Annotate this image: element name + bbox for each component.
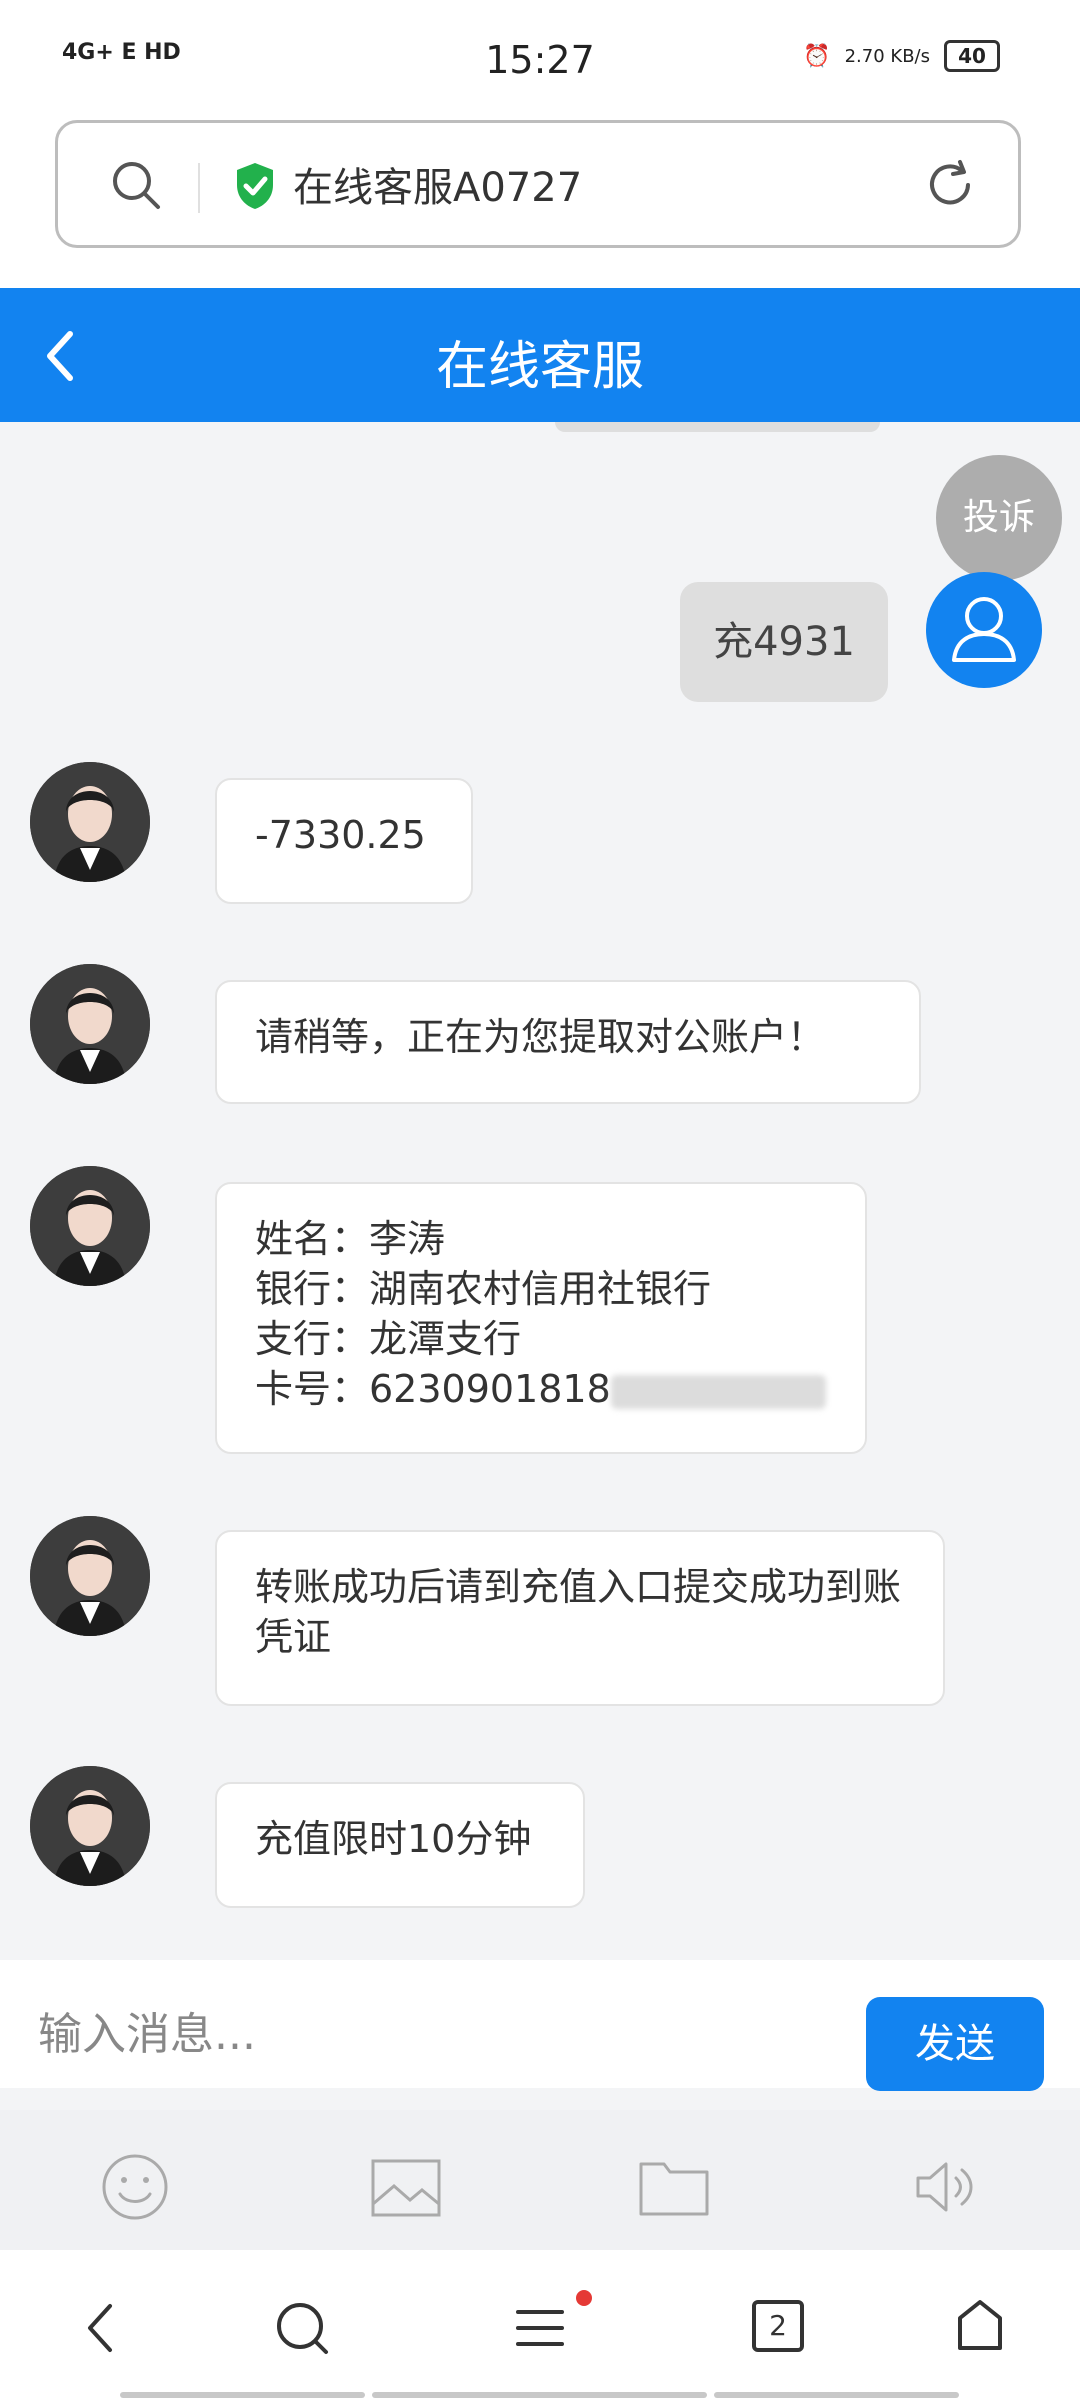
gesture-bar-left	[120, 2392, 365, 2398]
send-button[interactable]: 发送	[866, 1997, 1044, 2091]
address-text[interactable]: 在线客服A0727	[293, 155, 582, 213]
message-input[interactable]: 输入消息...	[38, 1998, 256, 2062]
notification-dot	[576, 2290, 592, 2306]
account-details-message: 姓名：李涛 银行：湖南农村信用社银行 支行：龙潭支行 卡号：6230901818	[215, 1182, 867, 1454]
agent-portrait-icon	[30, 762, 150, 882]
nav-search-icon[interactable]	[272, 2298, 332, 2358]
agent-avatar	[30, 1166, 150, 1286]
account-branch-line: 支行：龙潭支行	[255, 1317, 522, 1361]
chat-toolbar	[0, 2110, 1080, 2250]
agent-message: 转账成功后请到充值入口提交成功到账凭证	[215, 1530, 945, 1706]
agent-portrait-icon	[30, 964, 150, 1084]
refresh-icon[interactable]	[922, 157, 978, 213]
chat-header: 在线客服	[0, 288, 1080, 422]
tabs-count-button[interactable]: 2	[752, 2300, 804, 2352]
search-icon[interactable]	[108, 157, 164, 213]
agent-message: -7330.25	[215, 778, 473, 904]
secure-shield-icon	[237, 163, 273, 209]
emoji-icon[interactable]	[100, 2152, 170, 2222]
agent-message: 请稍等，正在为您提取对公账户！	[215, 980, 921, 1104]
user-icon	[952, 597, 1016, 662]
user-avatar	[926, 572, 1042, 688]
redacted-digits	[610, 1374, 826, 1409]
account-card-line: 卡号：6230901818	[255, 1364, 827, 1414]
page-title: 在线客服	[435, 337, 644, 397]
status-bar: 4G+ E HD 15:27 ⏰ 2.70 KB/s 40	[0, 0, 1080, 118]
home-icon[interactable]	[952, 2298, 1008, 2354]
nav-back-icon[interactable]	[80, 2300, 120, 2356]
agent-message: 充值限时10分钟	[215, 1782, 585, 1908]
image-icon[interactable]	[370, 2158, 442, 2218]
net-speed: 2.70 KB/s	[844, 45, 930, 67]
status-right: ⏰ 2.70 KB/s 40	[803, 40, 1000, 72]
complaint-button[interactable]: 投诉	[936, 455, 1062, 581]
agent-portrait-icon	[30, 1516, 150, 1636]
address-divider	[198, 163, 200, 213]
account-bank-line: 银行：湖南农村信用社银行	[255, 1267, 712, 1311]
battery-indicator: 40	[944, 40, 1000, 72]
menu-icon[interactable]	[512, 2300, 568, 2356]
alarm-icon: ⏰	[803, 43, 831, 69]
gesture-bar-center	[372, 2392, 707, 2398]
agent-avatar	[30, 1516, 150, 1636]
agent-avatar	[30, 762, 150, 882]
gesture-bar-right	[714, 2392, 959, 2398]
agent-portrait-icon	[30, 1166, 150, 1286]
agent-avatar	[30, 1766, 150, 1886]
previous-message-peek	[555, 422, 880, 432]
browser-navbar	[0, 2250, 1080, 2400]
card-number-text: 卡号：6230901818	[255, 1367, 611, 1411]
folder-icon[interactable]	[638, 2156, 710, 2218]
agent-portrait-icon	[30, 1766, 150, 1886]
address-bar[interactable]: 在线客服A0727	[55, 120, 1021, 248]
speaker-icon[interactable]	[912, 2154, 978, 2220]
account-name-line: 姓名：李涛	[255, 1217, 446, 1261]
user-message: 充4931	[680, 582, 888, 702]
agent-avatar	[30, 964, 150, 1084]
